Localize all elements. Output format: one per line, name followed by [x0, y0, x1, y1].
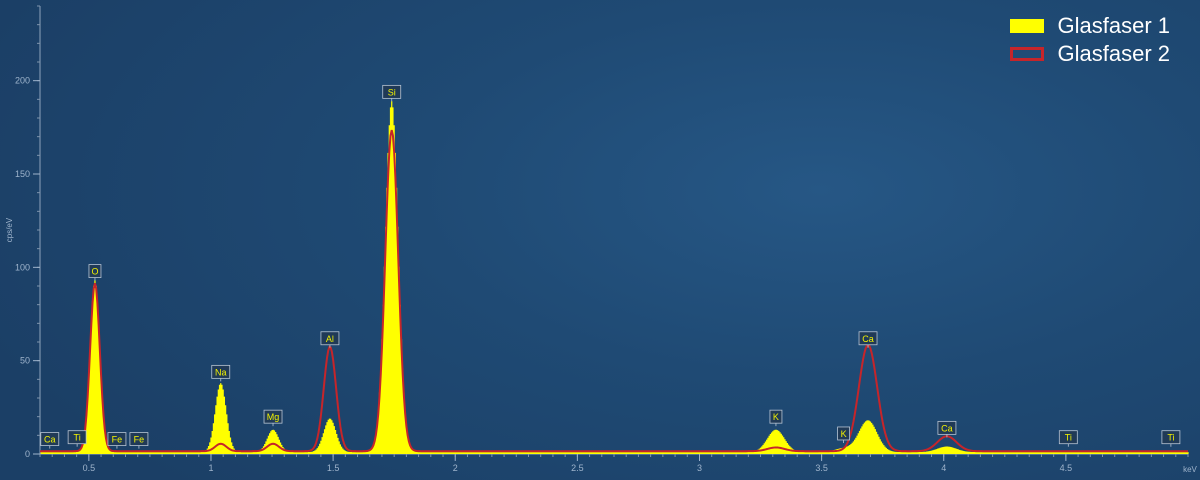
- peak-label-fe: Fe: [107, 432, 127, 449]
- legend-item-glasfaser-1[interactable]: Glasfaser 1: [1009, 12, 1171, 40]
- x-tick-label: 2: [453, 463, 458, 473]
- peak-label-text: Ca: [44, 435, 56, 445]
- x-tick-label: 1.5: [327, 463, 340, 473]
- y-tick-label: 50: [20, 356, 30, 366]
- x-tick-label: 0.5: [83, 463, 96, 473]
- peak-label-ti: Ti: [1161, 430, 1181, 447]
- peak-label-na: Na: [211, 364, 231, 382]
- peak-label-text: Fe: [134, 435, 145, 445]
- legend-item-glasfaser-2[interactable]: Glasfaser 2: [1009, 40, 1171, 68]
- y-tick-label: 200: [15, 76, 30, 86]
- peak-label-text: Mg: [267, 412, 280, 422]
- peak-label-text: Na: [215, 367, 227, 377]
- peak-label-text: Si: [388, 87, 396, 97]
- peak-labels: Ca Ti O Fe Fe Na Mg Al Si K K Ca Ca Ti Ti: [40, 84, 1181, 449]
- x-tick-label: 3: [697, 463, 702, 473]
- x-tick-label: 4.5: [1060, 463, 1073, 473]
- axes: 0 50 100 150 200 0.5 1 1.5 2 2.5 3 3.5 4 4.5 cps/eV keV: [5, 5, 1198, 474]
- filled-yellow-swatch-icon: [1009, 19, 1044, 33]
- peak-label-text: Al: [326, 334, 334, 344]
- series-glasfaser-2: [40, 129, 1188, 453]
- peak-label-text: K: [773, 412, 779, 422]
- peak-label-si: Si: [382, 84, 402, 102]
- y-tick-label: 150: [15, 169, 30, 179]
- series-glasfaser-1-fill: [40, 101, 1189, 454]
- red-outline-swatch-icon: [1009, 47, 1044, 61]
- x-tick-label: 4: [941, 463, 946, 473]
- legend: Glasfaser 1 Glasfaser 2: [1009, 12, 1171, 68]
- peak-label-text: Ca: [862, 334, 874, 344]
- peak-label-o: O: [88, 264, 102, 281]
- spectrum-plot: 0 50 100 150 200 0.5 1 1.5 2 2.5 3 3.5 4 4.5 cps/eV keV…: [5, 5, 1198, 474]
- peak-label-mg: Mg: [263, 409, 283, 427]
- legend-label: Glasfaser 2: [1057, 41, 1171, 66]
- peak-label-text: Fe: [112, 435, 123, 445]
- peak-label-text: Ti: [74, 433, 81, 443]
- x-tick-label: 3.5: [815, 463, 828, 473]
- x-axis-label: keV: [1183, 465, 1197, 474]
- spectrum-chart: 0 50 100 150 200 0.5 1 1.5 2 2.5 3 3.5 4 4.5 cps/eV keV…: [0, 0, 1200, 480]
- x-tick-label: 1: [208, 463, 213, 473]
- peak-label-text: K: [841, 429, 847, 439]
- peak-label-ca: Ca: [937, 420, 957, 438]
- x-tick-label: 2.5: [571, 463, 584, 473]
- peak-label-ca: Ca: [40, 432, 60, 449]
- peak-label-ca: Ca: [858, 331, 878, 348]
- y-tick-label: 100: [15, 262, 30, 272]
- series-glasfaser-1: [40, 101, 1189, 454]
- peak-label-ti: Ti: [1058, 430, 1078, 447]
- peak-label-text: Ti: [1167, 433, 1174, 443]
- series-glasfaser-2-line: [40, 129, 1188, 453]
- y-axis-label: cps/eV: [5, 217, 14, 242]
- legend-label: Glasfaser 1: [1057, 13, 1171, 38]
- y-tick-label: 0: [25, 449, 30, 459]
- peak-label-text: O: [91, 267, 98, 277]
- peak-label-fe: Fe: [129, 432, 149, 449]
- peak-label-text: Ca: [941, 423, 953, 433]
- peak-label-al: Al: [320, 331, 340, 348]
- peak-label-text: Ti: [1065, 433, 1072, 443]
- peak-label-k: K: [769, 409, 783, 427]
